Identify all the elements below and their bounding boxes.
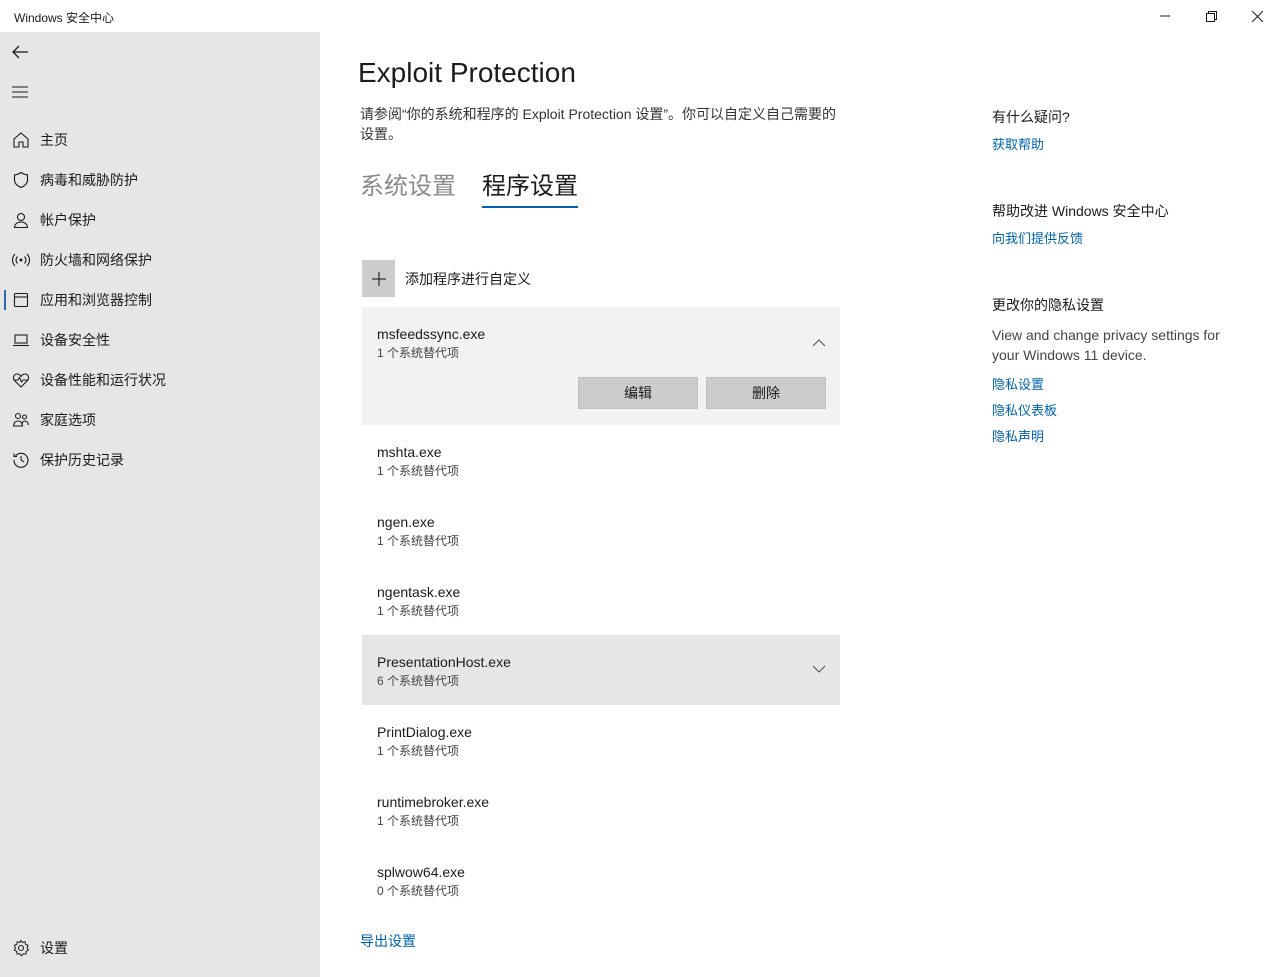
privacy-description: View and change privacy settings for you… (992, 327, 1220, 363)
tab-system-settings[interactable]: 系统设置 (360, 170, 456, 204)
privacy-settings-link[interactable]: 隐私设置 (992, 374, 1044, 393)
program-name: msfeedssync.exe (377, 326, 486, 342)
sidebar-item-label: 家庭选项 (40, 412, 96, 428)
program-row-splwow64[interactable]: splwow64.exe 0 个系统替代项 (362, 845, 840, 915)
person-icon (13, 212, 29, 229)
program-name: PrintDialog.exe (377, 724, 472, 740)
program-overrides: 1 个系统替代项 (377, 744, 460, 758)
sidebar-item-device-security[interactable]: 设备安全性 (0, 320, 320, 360)
privacy-statement-link[interactable]: 隐私声明 (992, 426, 1044, 445)
selected-indicator (4, 290, 6, 310)
back-arrow-icon (12, 45, 28, 59)
get-help-link[interactable]: 获取帮助 (992, 134, 1044, 153)
sidebar: 主页 病毒和威胁防护 帐户保护 防火墙和网络保护 应用和浏览器控制 设备安全性 … (0, 32, 320, 977)
program-name: runtimebroker.exe (377, 794, 490, 810)
program-list: msfeedssync.exe 1 个系统替代项 编辑 删除 mshta.exe… (362, 307, 840, 915)
sidebar-item-label: 设备性能和运行状况 (40, 372, 166, 388)
privacy-dashboard-link[interactable]: 隐私仪表板 (992, 400, 1057, 419)
delete-button[interactable]: 删除 (706, 377, 826, 409)
program-name: ngen.exe (377, 514, 435, 530)
wifi-icon (12, 253, 30, 267)
program-row-ngentask[interactable]: ngentask.exe 1 个系统替代项 (362, 565, 840, 635)
program-overrides: 0 个系统替代项 (377, 884, 460, 898)
program-name: splwow64.exe (377, 864, 465, 880)
program-overrides: 1 个系统替代项 (377, 346, 460, 360)
edit-button[interactable]: 编辑 (578, 377, 698, 409)
sidebar-item-home[interactable]: 主页 (0, 120, 320, 160)
shield-icon (13, 171, 29, 189)
hamburger-menu-button[interactable] (4, 76, 36, 108)
program-overrides: 1 个系统替代项 (377, 464, 460, 478)
program-row-ngen[interactable]: ngen.exe 1 个系统替代项 (362, 495, 840, 565)
feedback-link[interactable]: 向我们提供反馈 (992, 228, 1083, 247)
program-name: ngentask.exe (377, 584, 461, 600)
back-button[interactable] (4, 36, 36, 68)
program-row-presentationhost[interactable]: PresentationHost.exe 6 个系统替代项 (362, 635, 840, 705)
sidebar-item-label: 帐户保护 (40, 212, 96, 228)
sidebar-item-virus-protection[interactable]: 病毒和威胁防护 (0, 160, 320, 200)
sidebar-item-protection-history[interactable]: 保护历史记录 (0, 440, 320, 480)
sidebar-item-settings[interactable]: 设置 (0, 928, 320, 968)
add-program-button[interactable]: 添加程序进行自定义 (362, 260, 531, 297)
close-button[interactable] (1234, 0, 1280, 32)
main-content: Exploit Protection 请参阅“你的系统和程序的 Exploit … (320, 32, 1280, 977)
program-name: PresentationHost.exe (377, 654, 511, 670)
title-bar: Windows 安全中心 (0, 0, 1280, 32)
program-overrides: 1 个系统替代项 (377, 604, 460, 618)
sidebar-item-firewall[interactable]: 防火墙和网络保护 (0, 240, 320, 280)
restore-button[interactable] (1188, 0, 1234, 32)
minimize-icon (1160, 15, 1170, 17)
page-title: Exploit Protection (358, 57, 576, 88)
page-description: 请参阅“你的系统和程序的 Exploit Protection 设置”。你可以自… (360, 106, 837, 142)
gear-icon (13, 939, 30, 957)
program-row-printdialog[interactable]: PrintDialog.exe 1 个系统替代项 (362, 705, 840, 775)
active-tab-underline (482, 206, 578, 208)
sidebar-item-app-browser-control[interactable]: 应用和浏览器控制 (0, 280, 320, 320)
heart-pulse-icon (12, 373, 30, 388)
family-icon (12, 412, 30, 427)
app-title: Windows 安全中心 (14, 11, 115, 25)
sidebar-item-family[interactable]: 家庭选项 (0, 400, 320, 440)
sidebar-item-label: 主页 (40, 132, 68, 148)
close-icon (1251, 10, 1263, 22)
hamburger-icon (12, 86, 28, 98)
restore-icon (1205, 10, 1217, 22)
plus-icon (371, 271, 386, 286)
improve-heading: 帮助改进 Windows 安全中心 (992, 203, 1169, 219)
add-program-label: 添加程序进行自定义 (405, 270, 531, 287)
program-name: mshta.exe (377, 444, 442, 460)
tab-program-settings[interactable]: 程序设置 (482, 170, 578, 204)
sidebar-item-label: 防火墙和网络保护 (40, 252, 152, 268)
help-heading: 有什么疑问? (992, 109, 1070, 125)
chevron-down-icon[interactable] (812, 664, 826, 674)
privacy-heading: 更改你的隐私设置 (992, 297, 1104, 313)
sidebar-item-label: 病毒和威胁防护 (40, 172, 138, 188)
app-browser-icon (13, 292, 29, 308)
minimize-button[interactable] (1142, 0, 1188, 32)
history-icon (13, 452, 29, 468)
program-row-msfeedssync[interactable]: msfeedssync.exe 1 个系统替代项 编辑 删除 (362, 307, 840, 425)
sidebar-item-label: 设备安全性 (40, 332, 110, 348)
sidebar-item-label: 应用和浏览器控制 (40, 292, 152, 308)
export-settings-link[interactable]: 导出设置 (360, 931, 416, 951)
home-icon (13, 132, 29, 148)
sidebar-item-account[interactable]: 帐户保护 (0, 200, 320, 240)
program-row-runtimebroker[interactable]: runtimebroker.exe 1 个系统替代项 (362, 775, 840, 845)
sidebar-item-device-performance[interactable]: 设备性能和运行状况 (0, 360, 320, 400)
sidebar-item-label: 保护历史记录 (40, 452, 124, 468)
sidebar-item-label: 设置 (40, 940, 68, 956)
add-program-icon-box (362, 260, 395, 297)
program-overrides: 1 个系统替代项 (377, 534, 460, 548)
program-row-mshta[interactable]: mshta.exe 1 个系统替代项 (362, 425, 840, 495)
program-overrides: 1 个系统替代项 (377, 814, 460, 828)
program-overrides: 6 个系统替代项 (377, 674, 460, 688)
laptop-icon (13, 334, 29, 347)
chevron-up-icon[interactable] (812, 338, 826, 348)
